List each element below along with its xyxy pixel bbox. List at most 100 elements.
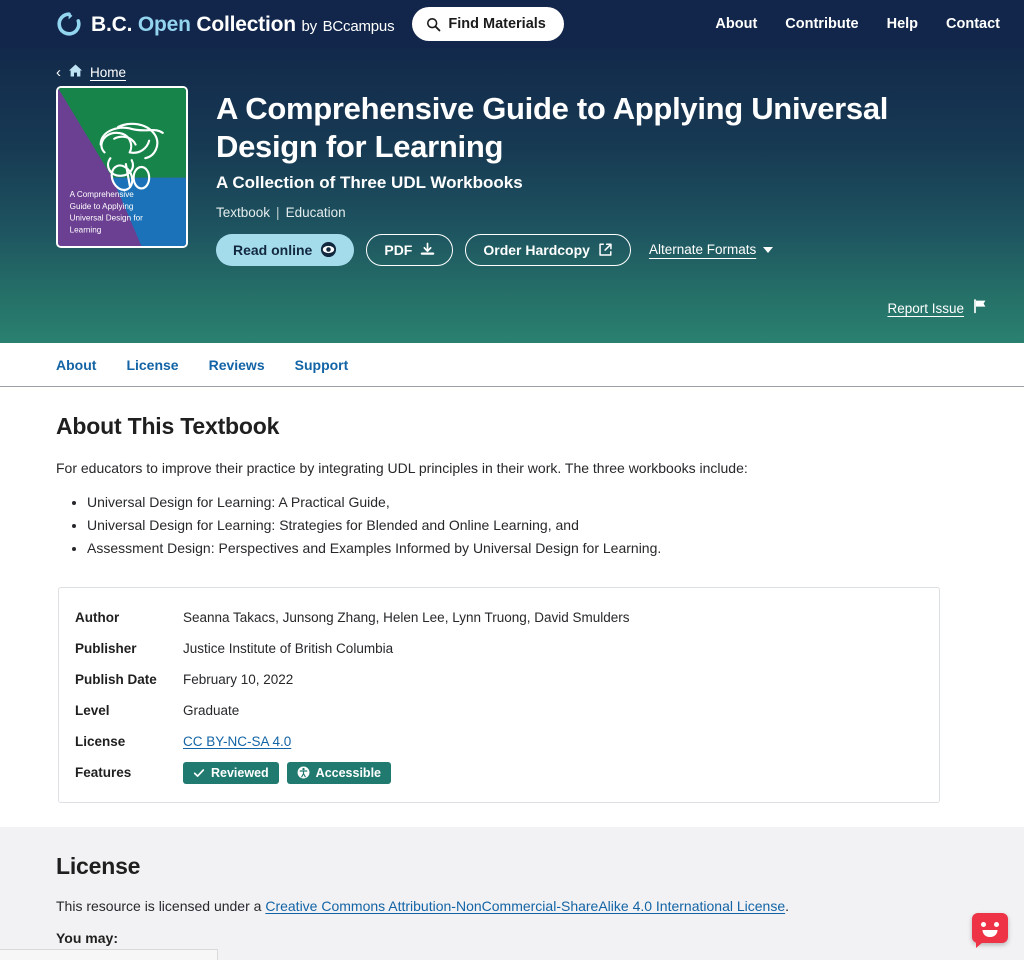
table-row: License CC BY-NC-SA 4.0 xyxy=(59,726,939,757)
license-statement: This resource is licensed under a Creati… xyxy=(56,898,1000,914)
brand-part-collection: Collection xyxy=(196,12,296,36)
metadata-value-author: Seanna Takacs, Junsong Zhang, Helen Lee,… xyxy=(183,610,630,626)
license-section: License This resource is licensed under … xyxy=(0,827,1024,960)
about-lead-text: For educators to improve their practice … xyxy=(56,460,748,476)
read-online-button[interactable]: Read online xyxy=(216,233,355,266)
tab-support[interactable]: Support xyxy=(295,357,349,373)
license-link[interactable]: CC BY-NC-SA 4.0 xyxy=(183,734,291,749)
search-icon xyxy=(426,17,441,32)
content-tabs-bar: About License Reviews Support xyxy=(0,343,1024,387)
tab-license[interactable]: License xyxy=(126,357,178,373)
table-row: Publish Date February 10, 2022 xyxy=(59,664,939,695)
brand-part-open: Open xyxy=(137,12,191,36)
metadata-table: Author Seanna Takacs, Junsong Zhang, Hel… xyxy=(58,587,940,804)
tab-about[interactable]: About xyxy=(56,357,96,373)
metadata-key-publish-date: Publish Date xyxy=(75,672,157,688)
find-materials-label: Find Materials xyxy=(448,16,546,32)
svg-text:Learning: Learning xyxy=(70,225,102,234)
svg-text:A Comprehensive: A Comprehensive xyxy=(70,190,135,199)
flag-icon xyxy=(972,298,988,319)
license-heading: License xyxy=(56,853,141,880)
alternate-formats-dropdown[interactable]: Alternate Formats xyxy=(648,242,774,258)
table-row: Level Graduate xyxy=(59,695,939,726)
meta-separator: | xyxy=(276,204,280,220)
smiley-left-eye-icon xyxy=(981,922,986,927)
metadata-key-features: Features xyxy=(75,765,132,781)
brand-by: by xyxy=(301,17,318,35)
tab-reviews[interactable]: Reviews xyxy=(209,357,265,373)
hero-section: ‹ Home A Comprehensive Guide to Applying… xyxy=(0,48,1024,343)
status-badge-reviewed: Reviewed xyxy=(183,761,279,784)
feedback-widget-button[interactable] xyxy=(972,913,1008,948)
svg-text:Universal Design for: Universal Design for xyxy=(70,214,144,223)
breadcrumb-home-link[interactable]: Home xyxy=(90,65,126,80)
brand-org: BCcampus xyxy=(322,17,395,35)
alternate-formats-label: Alternate Formats xyxy=(648,242,757,258)
metadata-value-publish-date: February 10, 2022 xyxy=(183,672,294,688)
page-title: A Comprehensive Guide to Applying Univer… xyxy=(216,91,889,165)
metadata-value-license: CC BY-NC-SA 4.0 xyxy=(183,734,291,749)
metadata-value-publisher: Justice Institute of British Columbia xyxy=(183,641,394,657)
pdf-label: PDF xyxy=(384,241,413,258)
book-subtitle: A Collection of Three UDL Workbooks xyxy=(216,172,523,192)
nav-link-contribute[interactable]: Contribute xyxy=(785,16,858,32)
creative-commons-license-link[interactable]: Creative Commons Attribution-NonCommerci… xyxy=(265,898,785,914)
about-section: About This Textbook For educators to imp… xyxy=(0,387,1024,828)
chevron-left-icon: ‹ xyxy=(56,64,61,81)
read-online-label: Read online xyxy=(233,241,313,258)
metadata-value-level: Graduate xyxy=(183,703,240,719)
report-issue-row: Report Issue xyxy=(887,298,988,319)
page-root: B.C. Open Collection by BCcampus Find Ma… xyxy=(0,0,1024,960)
download-icon xyxy=(420,242,435,257)
action-buttons: Read online PDF Order Hardcopy Alternate… xyxy=(216,233,1000,266)
hero-body: A Comprehensive Guide to Applying Univer… xyxy=(56,82,1000,266)
list-item: Assessment Design: Perspectives and Exam… xyxy=(87,537,1000,560)
table-row: Features Reviewed Accessible xyxy=(59,757,939,788)
external-link-icon xyxy=(598,242,613,257)
content-tabs: About License Reviews Support xyxy=(56,357,348,373)
metadata-key-level: Level xyxy=(75,703,110,719)
workbook-list: Universal Design for Learning: A Practic… xyxy=(56,491,1000,559)
find-materials-button[interactable]: Find Materials xyxy=(412,7,564,41)
brand-part-bc: B.C. xyxy=(91,12,133,36)
eye-icon xyxy=(320,241,337,258)
breadcrumb: ‹ Home xyxy=(56,48,1000,82)
hero-info: A Comprehensive Guide to Applying Univer… xyxy=(216,86,1000,266)
table-row: Publisher Justice Institute of British C… xyxy=(59,633,939,664)
nav-link-help[interactable]: Help xyxy=(887,16,918,32)
check-icon xyxy=(193,767,205,779)
nav-link-about[interactable]: About xyxy=(715,16,757,32)
report-issue-link[interactable]: Report Issue xyxy=(887,301,964,316)
feature-badges: Reviewed Accessible xyxy=(183,761,391,784)
chevron-down-icon xyxy=(763,246,774,253)
site-logo[interactable]: B.C. Open Collection by BCcampus xyxy=(56,11,395,37)
badge-label: Accessible xyxy=(315,765,381,780)
smiley-right-eye-icon xyxy=(994,922,999,927)
svg-text:Guide to Applying: Guide to Applying xyxy=(70,202,134,211)
table-row: Author Seanna Takacs, Junsong Zhang, Hel… xyxy=(59,602,939,633)
badge-label: Reviewed xyxy=(211,765,269,780)
bc-open-collection-logo-icon xyxy=(56,11,82,37)
browser-status-bar xyxy=(0,949,218,960)
home-icon xyxy=(68,63,83,83)
chat-bubble-tail-icon xyxy=(976,942,983,948)
book-meta: Textbook | Education xyxy=(216,205,1000,220)
metadata-key-license: License xyxy=(75,734,126,750)
you-may-heading: You may: xyxy=(56,930,118,947)
order-hardcopy-button[interactable]: Order Hardcopy xyxy=(465,233,631,266)
brand-wordmark: B.C. Open Collection by BCcampus xyxy=(91,12,395,36)
top-navigation-bar: B.C. Open Collection by BCcampus Find Ma… xyxy=(0,0,1024,48)
pdf-download-button[interactable]: PDF xyxy=(366,233,454,266)
list-item: Universal Design for Learning: Strategie… xyxy=(87,514,1000,537)
status-badge-accessible: Accessible xyxy=(286,761,391,784)
primary-nav-links: About Contribute Help Contact xyxy=(715,16,1000,32)
accessibility-icon xyxy=(297,766,310,779)
metadata-key-author: Author xyxy=(75,610,120,626)
book-cover-image[interactable]: A Comprehensive Guide to Applying Univer… xyxy=(56,86,188,248)
metadata-key-publisher: Publisher xyxy=(75,641,137,657)
book-subject: Education xyxy=(285,204,346,220)
list-item: Universal Design for Learning: A Practic… xyxy=(87,491,1000,514)
smiley-mouth-icon xyxy=(982,930,998,937)
license-text-after: . xyxy=(785,898,790,915)
nav-link-contact[interactable]: Contact xyxy=(946,16,1000,32)
